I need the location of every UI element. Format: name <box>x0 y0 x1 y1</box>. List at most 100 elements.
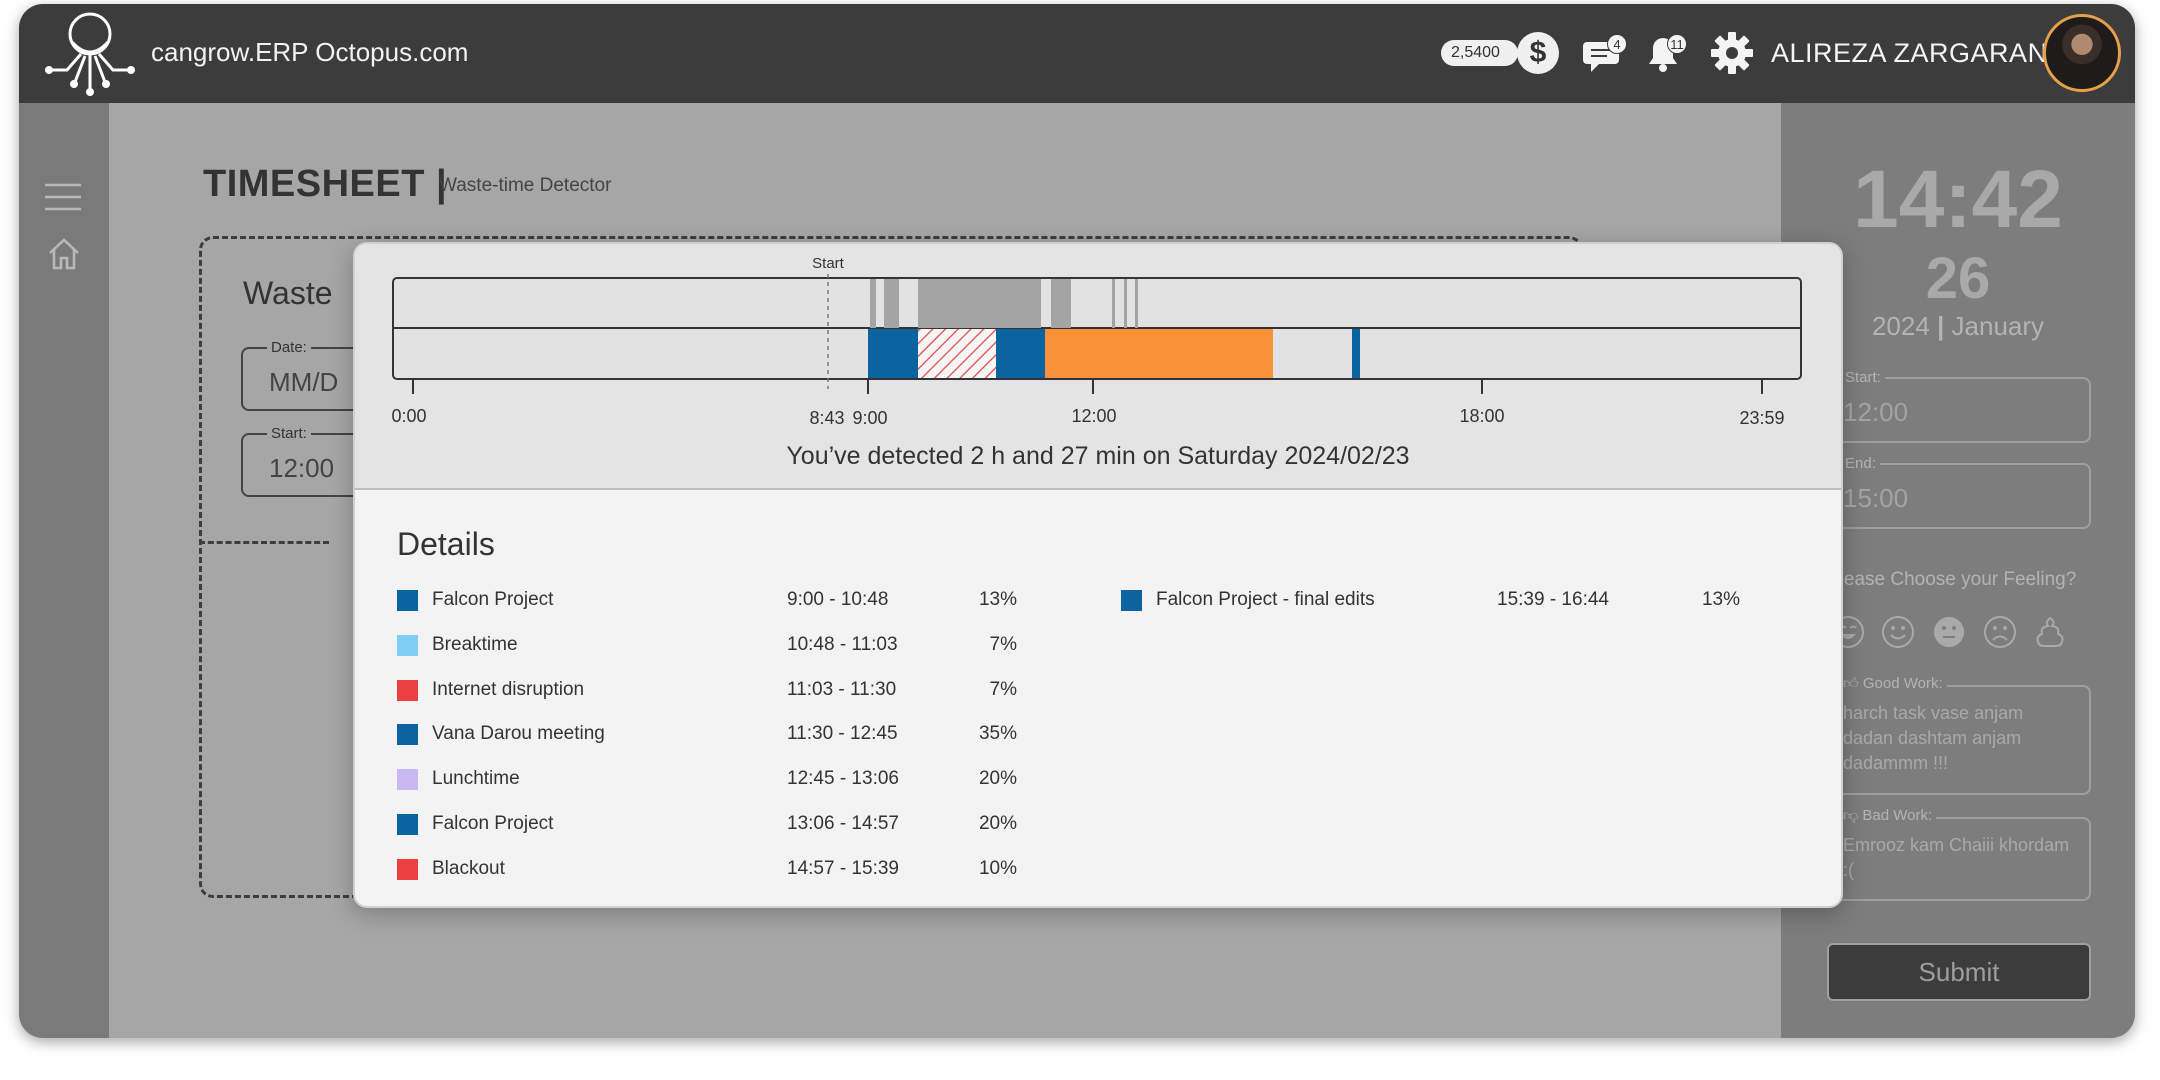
detail-color-swatch <box>397 634 418 656</box>
end-time-label: End: <box>1841 455 1880 472</box>
end-time-field[interactable]: End: 15:00 <box>1827 455 2091 529</box>
detail-name: Internet disruption <box>432 678 585 700</box>
app-window: cangrow.ERP Octopus.com 2,5400 $ 4 11 AL… <box>19 4 2135 1038</box>
clock-month: January <box>1951 311 2045 341</box>
octopus-logo[interactable] <box>39 10 141 96</box>
detail-name: Blackout <box>432 857 505 879</box>
axis-label: 8:43 <box>809 408 844 428</box>
timeline-section: Start 0:00 8:43 9:00 12:00 18:00 23:59 Y… <box>355 244 1841 490</box>
start-time-field[interactable]: Start: 12:00 <box>1827 369 2091 443</box>
detail-time-range: 10:48 - 11:03 <box>787 633 898 655</box>
detail-name: Vana Darou meeting <box>432 723 605 745</box>
detail-name: Lunchtime <box>432 768 520 790</box>
upper-waste-block <box>1112 279 1115 328</box>
sad-icon[interactable] <box>1983 615 2017 649</box>
dollar-icon[interactable]: $ <box>1517 32 1559 74</box>
detail-name: Falcon Project <box>432 589 554 610</box>
detail-color-swatch <box>1121 590 1142 611</box>
start-field[interactable]: Start: 12:00 <box>241 425 361 497</box>
detail-row[interactable]: Lunchtime 12:45 - 13:06 20% <box>397 765 1097 795</box>
waste-heading: Waste <box>243 275 333 311</box>
detail-name: Falcon Project <box>432 813 554 834</box>
notifications-count-badge: 11 <box>1667 34 1687 54</box>
bad-work-label: 👎︎ Bad Work: <box>1839 807 1937 825</box>
detail-percent: 35% <box>978 723 1017 745</box>
axis-ticks <box>412 379 1763 394</box>
detail-color-swatch <box>397 724 418 746</box>
neutral-icon[interactable] <box>1932 615 1966 649</box>
date-field-value: MM/D <box>269 367 339 397</box>
detail-percent: 13% <box>978 589 1017 610</box>
dashed-divider <box>199 541 329 544</box>
detail-percent: 13% <box>1701 589 1740 610</box>
date-divider: | <box>1937 311 1952 341</box>
detail-percent: 20% <box>978 768 1017 790</box>
top-bar: cangrow.ERP Octopus.com 2,5400 $ 4 11 AL… <box>19 4 2135 103</box>
detail-row[interactable]: Falcon Project 9:00 - 10:48 13% <box>397 586 1097 616</box>
detail-time-range: 14:57 - 15:39 <box>787 857 899 879</box>
clock-year: 2024 <box>1871 311 1930 341</box>
thumbs-down-icon: 👎︎ <box>1843 807 1859 824</box>
app-title: cangrow.ERP Octopus.com <box>151 37 469 67</box>
detail-time-range: 13:06 - 14:57 <box>787 813 899 834</box>
detail-row[interactable]: Breaktime 10:48 - 11:03 7% <box>397 631 1097 661</box>
start-field-value: 12:00 <box>269 453 335 483</box>
gear-icon[interactable] <box>1709 30 1755 76</box>
upper-waste-block <box>1135 279 1138 328</box>
upper-waste-block <box>918 279 1041 328</box>
detail-time-range: 9:00 - 10:48 <box>787 589 889 610</box>
start-time-label: Start: <box>1841 369 1885 386</box>
end-time-value: 15:00 <box>1843 483 1909 513</box>
happy-icon[interactable] <box>1881 615 1915 649</box>
activity-block-vana-darou-meeting <box>996 329 1045 378</box>
feeling-prompt: Please Choose your Feeling? <box>1827 569 2077 590</box>
detail-color-swatch <box>397 679 418 701</box>
avatar[interactable] <box>2043 14 2121 92</box>
axis-labels: 0:00 8:43 9:00 12:00 18:00 23:59 <box>391 406 1784 428</box>
page-subtitle: Waste-time Detector <box>439 175 612 196</box>
menu-icon[interactable] <box>45 183 81 211</box>
bad-work-text: Emrooz kam Chaiii khordam :( <box>1843 835 2070 880</box>
axis-label: 23:59 <box>1739 408 1784 428</box>
user-name[interactable]: ALIREZA ZARGARANI <box>1771 38 2056 69</box>
detail-percent: 10% <box>978 857 1017 879</box>
page-title: TIMESHEET | <box>203 163 448 205</box>
detail-color-swatch <box>397 590 418 611</box>
detail-time-range: 11:03 - 11:30 <box>787 678 897 700</box>
detail-row[interactable]: Internet disruption 11:03 - 11:30 7% <box>397 676 1097 706</box>
detail-time-range: 12:45 - 13:06 <box>787 768 899 790</box>
left-sidebar <box>19 103 109 1038</box>
good-work-box[interactable]: 👍︎ Good Work: harch task vase anjam dada… <box>1827 675 2091 795</box>
date-field[interactable]: Date: MM/D <box>241 339 361 411</box>
detail-color-swatch <box>397 814 418 835</box>
detail-percent: 20% <box>978 813 1017 834</box>
chat-icon[interactable]: 4 <box>1581 32 1629 78</box>
detail-percent: 7% <box>989 633 1017 655</box>
axis-label: 9:00 <box>852 408 887 428</box>
good-work-label: 👍︎ Good Work: <box>1839 675 1947 693</box>
bad-work-box[interactable]: 👎︎ Bad Work: Emrooz kam Chaiii khordam :… <box>1827 807 2091 901</box>
poop-icon[interactable] <box>2033 615 2067 649</box>
detected-summary: You’ve detected 2 h and 27 min on Saturd… <box>786 442 1410 470</box>
detail-row[interactable]: Falcon Project 13:06 - 14:57 20% <box>397 810 1097 840</box>
detail-row[interactable]: Vana Darou meeting 11:30 - 12:45 35% <box>397 720 1097 750</box>
messages-count-badge: 4 <box>1607 34 1627 54</box>
start-marker-label: Start <box>812 255 845 272</box>
activity-block-internet-disruption <box>918 329 996 378</box>
detail-name: Breaktime <box>432 633 518 655</box>
detail-row[interactable]: Falcon Project - final edits 15:39 - 16:4… <box>1121 586 1821 616</box>
coin-balance[interactable]: 2,5400 <box>1441 40 1518 66</box>
activity-block-falcon-project <box>868 329 918 378</box>
detail-color-swatch <box>397 769 418 791</box>
upper-waste-block <box>884 279 899 328</box>
good-work-text: harch task vase anjam dadan dashtam anja… <box>1843 703 2024 773</box>
home-icon[interactable] <box>47 237 81 271</box>
upper-waste-block <box>1124 279 1127 328</box>
detail-row[interactable]: Blackout 14:57 - 15:39 10% <box>397 855 1097 885</box>
detail-time-range: 15:39 - 16:44 <box>1497 589 1609 610</box>
bell-icon[interactable]: 11 <box>1643 30 1691 76</box>
activity-block-orange <box>1045 329 1273 378</box>
submit-button[interactable]: Submit <box>1827 943 2091 1001</box>
activity-block-final-edits <box>1352 329 1360 378</box>
upper-waste-block <box>1051 279 1071 328</box>
